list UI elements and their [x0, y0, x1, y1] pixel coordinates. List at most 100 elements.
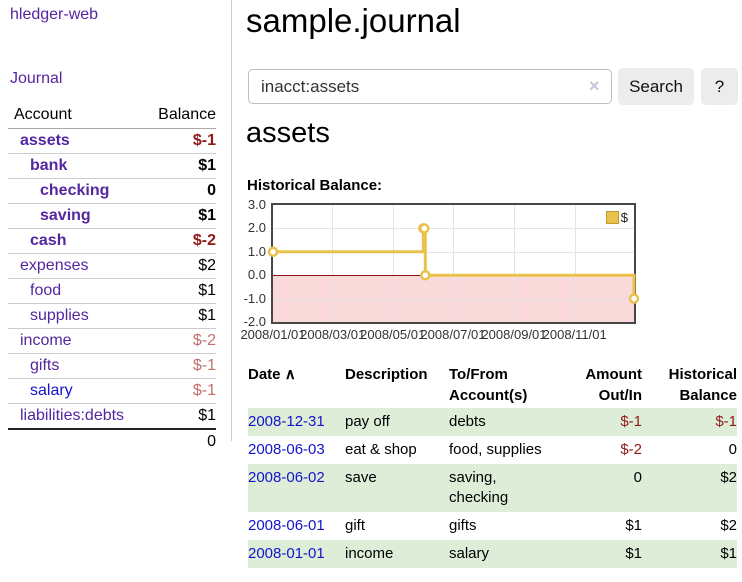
register-header-row: Date ∧ Description To/From Account(s) Amo…: [248, 362, 737, 408]
account-link-saving[interactable]: saving: [40, 207, 91, 224]
account-row: supplies $1: [8, 304, 216, 329]
transaction-accounts: debts: [449, 408, 573, 436]
page: hledger-web Journal Account Balance asse…: [0, 0, 742, 582]
transaction-row: 2008-06-01 gift gifts $1 $2: [248, 512, 737, 540]
account-balance: $1: [142, 204, 216, 229]
accounts-table: Account Balance assets $-1 bank $1 check…: [8, 102, 216, 454]
account-row: bank $1: [8, 154, 216, 179]
transaction-date-link[interactable]: 2008-12-31: [248, 413, 325, 430]
transaction-amount: $1: [573, 540, 642, 568]
account-link-cash[interactable]: cash: [30, 232, 66, 249]
account-balance: $1: [142, 404, 216, 430]
sidebar: hledger-web Journal Account Balance asse…: [0, 0, 232, 441]
col-amount: Amount Out/In: [573, 362, 642, 408]
search-input[interactable]: [248, 69, 612, 104]
transaction-date-link[interactable]: 2008-01-01: [248, 545, 325, 562]
col-balance: Historical Balance: [642, 362, 737, 408]
y-tick-label: 1.0: [234, 244, 266, 260]
account-row: food $1: [8, 279, 216, 304]
search-button[interactable]: Search: [618, 68, 694, 105]
account-link-assets[interactable]: assets: [20, 132, 70, 149]
page-title: sample.journal: [246, 2, 461, 40]
accounts-total-value: 0: [142, 429, 216, 454]
transaction-accounts: gifts: [449, 512, 573, 540]
account-row: liabilities:debts $1: [8, 404, 216, 430]
chart-plot-area: $: [273, 205, 634, 322]
col-accounts-line2: Account(s): [449, 387, 527, 404]
account-link-expenses[interactable]: expenses: [20, 257, 89, 274]
transaction-date-link[interactable]: 2008-06-01: [248, 517, 325, 534]
col-description: Description: [345, 362, 449, 408]
account-row: salary $-1: [8, 379, 216, 404]
transaction-description: save: [345, 464, 449, 512]
y-tick-label: 3.0: [234, 197, 266, 213]
transaction-description: gift: [345, 512, 449, 540]
clear-search-icon[interactable]: ×: [589, 76, 600, 96]
transaction-amount: $-1: [573, 408, 642, 436]
brand-link[interactable]: hledger-web: [10, 6, 98, 24]
account-balance: $-1: [142, 379, 216, 404]
transaction-row: 2008-12-31 pay off debts $-1 $-1: [248, 408, 737, 436]
account-row: gifts $-1: [8, 354, 216, 379]
transaction-row: 2008-06-02 save saving, checking 0 $2: [248, 464, 737, 512]
account-row: income $-2: [8, 329, 216, 354]
chart-line-svg: [273, 205, 634, 322]
account-heading: assets: [246, 117, 330, 150]
account-row: expenses $2: [8, 254, 216, 279]
transaction-row: 2008-01-01 income salary $1 $1: [248, 540, 737, 568]
account-balance: $-1: [142, 129, 216, 154]
transaction-accounts: salary: [449, 540, 573, 568]
y-tick-label: -1.0: [234, 291, 266, 307]
account-link-salary[interactable]: salary: [30, 382, 73, 399]
account-balance: $-2: [142, 229, 216, 254]
account-link-supplies[interactable]: supplies: [30, 307, 89, 324]
transaction-accounts: food, supplies: [449, 436, 573, 464]
transaction-amount: $-2: [573, 436, 642, 464]
x-tick-label: 2008/11/01: [538, 327, 612, 342]
transaction-description: pay off: [345, 408, 449, 436]
col-balance-line2: Balance: [679, 387, 737, 404]
col-amount-line2: Out/In: [599, 387, 642, 404]
transaction-date-link[interactable]: 2008-06-02: [248, 469, 325, 486]
sort-ascending-icon: ∧: [285, 366, 296, 383]
historical-balance-chart: $: [271, 203, 636, 324]
account-link-food[interactable]: food: [30, 282, 61, 299]
help-button[interactable]: ?: [701, 68, 738, 105]
accounts-col-balance: Balance: [142, 102, 216, 129]
account-balance: $-2: [142, 329, 216, 354]
y-tick-label: 0.0: [234, 267, 266, 283]
account-balance: $2: [142, 254, 216, 279]
col-date-label: Date: [248, 366, 281, 383]
account-link-checking[interactable]: checking: [40, 182, 109, 199]
col-accounts: To/From Account(s): [449, 362, 573, 408]
account-balance: 0: [142, 179, 216, 204]
col-amount-line1: Amount: [585, 366, 642, 383]
account-row: checking 0: [8, 179, 216, 204]
legend-label: $: [621, 210, 628, 225]
transaction-balance: $1: [642, 540, 737, 568]
legend-swatch-icon: [606, 211, 619, 224]
transaction-description: income: [345, 540, 449, 568]
account-link-gifts[interactable]: gifts: [30, 357, 59, 374]
col-date[interactable]: Date ∧: [248, 362, 345, 408]
account-balance: $-1: [142, 354, 216, 379]
col-accounts-line1: To/From: [449, 366, 508, 383]
chart-legend: $: [604, 209, 630, 226]
sidebar-item-journal[interactable]: Journal: [10, 70, 62, 88]
account-row: assets $-1: [8, 129, 216, 154]
transaction-balance: $2: [642, 512, 737, 540]
register-table: Date ∧ Description To/From Account(s) Amo…: [248, 362, 737, 568]
accounts-header-row: Account Balance: [8, 102, 216, 129]
col-balance-line1: Historical: [669, 366, 737, 383]
account-link-liabilities-debts[interactable]: liabilities:debts: [20, 407, 124, 424]
account-link-income[interactable]: income: [20, 332, 72, 349]
account-row: saving $1: [8, 204, 216, 229]
account-link-bank[interactable]: bank: [30, 157, 67, 174]
transaction-row: 2008-06-03 eat & shop food, supplies $-2…: [248, 436, 737, 464]
account-balance: $1: [142, 279, 216, 304]
accounts-col-account: Account: [8, 102, 142, 129]
transaction-date-link[interactable]: 2008-06-03: [248, 441, 325, 458]
transaction-amount: $1: [573, 512, 642, 540]
account-balance: $1: [142, 154, 216, 179]
account-balance: $1: [142, 304, 216, 329]
